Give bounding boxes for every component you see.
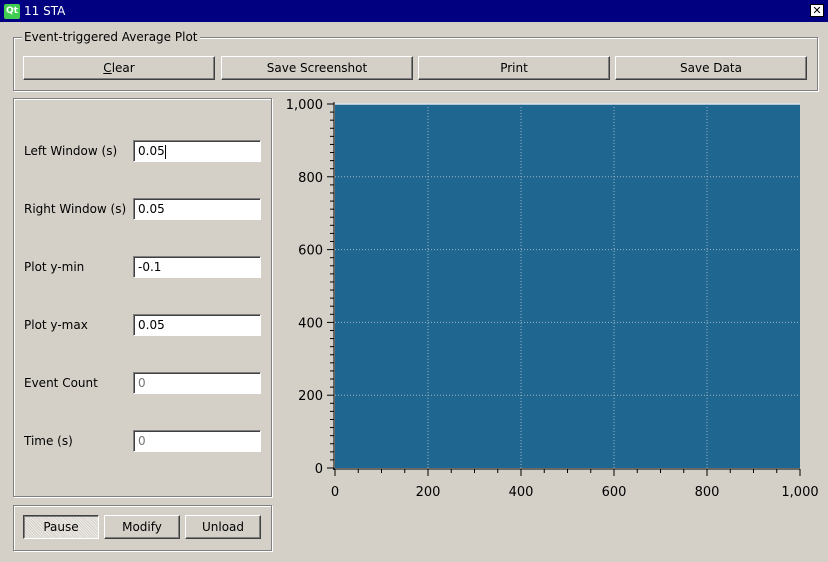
plot-ymin-label: Plot y-min (24, 260, 85, 274)
tick-marks (327, 103, 801, 476)
pause-button[interactable]: Pause (23, 515, 99, 539)
group-title: Event-triggered Average Plot (22, 29, 200, 45)
tick-labels: 0 200 400 600 800 1,000 0 200 400 600 800 1,000 (286, 98, 819, 500)
plot-background (335, 104, 800, 468)
left-window-field[interactable]: 0.05 (133, 140, 261, 162)
x-tick-label: 1,000 (781, 485, 818, 500)
y-tick-label: 400 (298, 316, 323, 331)
y-tick-label: 800 (298, 171, 323, 186)
modify-button[interactable]: Modify (104, 515, 180, 539)
plot-ymin-field[interactable] (133, 256, 261, 278)
x-tick-label: 0 (331, 485, 339, 500)
grid-lines (335, 104, 800, 468)
x-tick-label: 800 (695, 485, 720, 500)
plot-ymax-field[interactable] (133, 314, 261, 336)
time-field (133, 430, 261, 452)
x-tick-label: 200 (416, 485, 441, 500)
text-cursor (164, 144, 166, 159)
event-count-field (133, 372, 261, 394)
y-tick-label: 1,000 (286, 98, 323, 113)
time-label: Time (s) (24, 434, 73, 448)
qt-logo-icon: Qt (4, 4, 20, 19)
unload-button[interactable]: Unload (185, 515, 261, 539)
y-tick-label: 600 (298, 244, 323, 259)
right-window-label: Right Window (s) (24, 202, 127, 216)
event-count-label: Event Count (24, 376, 98, 390)
print-button[interactable]: Print (418, 56, 610, 80)
clear-button[interactable]: Clear (23, 56, 215, 80)
save-screenshot-button[interactable]: Save Screenshot (221, 56, 413, 80)
window-title: 11 STA (24, 4, 66, 18)
right-window-field[interactable] (133, 198, 261, 220)
axes (333, 102, 800, 470)
title-bar: Qt 11 STA ✕ (0, 0, 828, 22)
y-tick-label: 200 (298, 389, 323, 404)
plot-ymax-label: Plot y-max (24, 318, 88, 332)
left-window-label: Left Window (s) (24, 144, 118, 158)
x-tick-label: 400 (509, 485, 534, 500)
y-tick-label: 0 (315, 462, 323, 477)
save-data-button[interactable]: Save Data (615, 56, 807, 80)
x-tick-label: 600 (602, 485, 627, 500)
close-icon[interactable]: ✕ (810, 4, 824, 17)
